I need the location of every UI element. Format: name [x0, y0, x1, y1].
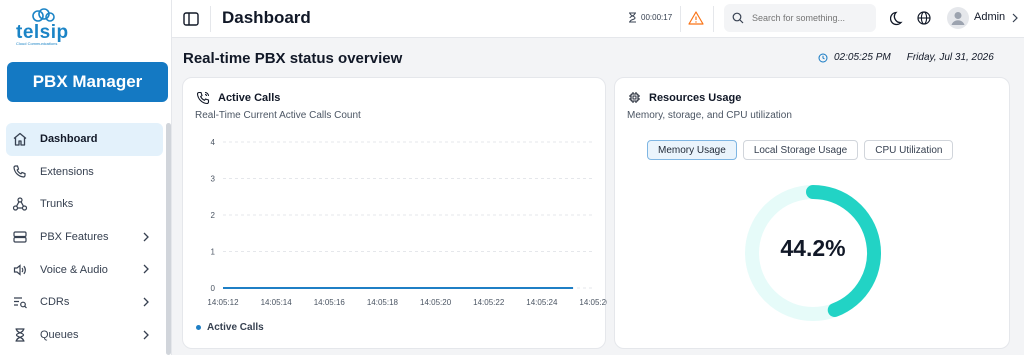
session-timer: 00:00:17: [628, 12, 672, 23]
card-header: Resources Usage: [628, 91, 741, 104]
network-icon: [12, 197, 28, 212]
avatar[interactable]: [947, 7, 969, 29]
x-tick-label: 14:05:18: [367, 298, 399, 307]
x-tick-label: 14:05:24: [526, 298, 558, 307]
sidebar-item-dashboard[interactable]: Dashboard: [6, 123, 163, 156]
sidebar-item-voice-audio[interactable]: Voice & Audio: [6, 253, 163, 286]
sidebar: telsip Cloud Communications PBX Manager …: [0, 0, 172, 355]
clock-row: 02:05:25 PM Friday, Jul 31, 2026: [818, 52, 994, 63]
y-tick-label: 4: [211, 138, 216, 147]
x-tick-label: 14:05:22: [473, 298, 505, 307]
pbx-manager-button[interactable]: PBX Manager: [7, 62, 168, 102]
section-title: Real-time PBX status overview: [183, 50, 403, 67]
server-icon: [13, 231, 27, 243]
speaker-icon: [13, 263, 26, 276]
gauge-value: 44.2%: [780, 235, 846, 261]
search-icon: [732, 12, 744, 24]
active-calls-card: Active Calls Real-Time Current Active Ca…: [182, 77, 607, 349]
sidebar-scrollbar[interactable]: [166, 123, 171, 355]
home-icon: [13, 133, 27, 146]
resources-usage-card: Resources Usage Memory, storage, and CPU…: [614, 77, 1010, 349]
x-tick-label: 14:05:14: [261, 298, 293, 307]
top-header: Dashboard 00:00:17 Admin: [172, 0, 1024, 38]
header-divider: [210, 6, 211, 32]
clock-icon: [818, 53, 828, 62]
y-tick-label: 0: [211, 284, 216, 293]
sidebar-item-trunks[interactable]: Trunks: [6, 188, 163, 221]
globe-icon[interactable]: [916, 10, 932, 26]
hourglass-icon: [15, 328, 25, 342]
sidebar-item-pbx-features[interactable]: PBX Features: [6, 221, 163, 254]
header-divider: [680, 6, 681, 32]
sidebar-item-label: CDRs: [40, 296, 70, 309]
resources-subtitle: Memory, storage, and CPU utilization: [627, 110, 792, 121]
dark-mode-icon[interactable]: [890, 10, 906, 26]
user-name[interactable]: Admin: [974, 11, 1005, 23]
sidebar-item-label: Extensions: [40, 165, 94, 178]
chevron-right-icon[interactable]: [1010, 12, 1020, 24]
sidebar-toggle-icon[interactable]: [182, 10, 200, 28]
x-tick-label: 14:05:16: [314, 298, 346, 307]
current-time: 02:05:25 PM: [834, 52, 891, 63]
y-tick-label: 1: [211, 248, 216, 257]
x-tick-label: 14:05:20: [420, 298, 452, 307]
chart-legend[interactable]: Active Calls: [196, 322, 264, 333]
chevron-right-icon: [143, 264, 149, 274]
active-calls-chart: 0 1 2 3 4 14:05:12 14:05:14 14:05:16 14:05:18 14:…: [207, 138, 607, 307]
sidebar-item-label: Dashboard: [40, 133, 98, 146]
sidebar-item-extensions[interactable]: Extensions: [6, 156, 163, 189]
chevron-right-icon: [143, 330, 149, 340]
sidebar-item-label: Queues: [40, 328, 79, 341]
sidebar-nav: Dashboard Extensions Trunks PBX Features Voi…: [6, 123, 163, 351]
resources-title: Resources Usage: [649, 91, 742, 104]
sidebar-item-label: Voice & Audio: [40, 263, 108, 276]
sidebar-item-label: PBX Features: [40, 231, 109, 244]
timer-value: 00:00:17: [641, 13, 673, 22]
user-icon: [951, 12, 965, 25]
header-divider: [713, 6, 714, 32]
tab-local-storage-usage[interactable]: Local Storage Usage: [742, 140, 859, 160]
sidebar-item-queues[interactable]: Queues: [6, 319, 163, 352]
hourglass-icon: [629, 12, 636, 23]
sidebar-item-cdrs[interactable]: CDRs: [6, 286, 163, 319]
chevron-right-icon: [143, 297, 149, 307]
sidebar-item-label: Trunks: [40, 198, 74, 211]
y-tick-label: 2: [211, 211, 216, 220]
search-box[interactable]: [724, 4, 876, 32]
cpu-icon: [629, 92, 640, 103]
legend-dot: [196, 325, 201, 330]
chevron-right-icon: [143, 232, 149, 242]
x-tick-label: 14:05:12: [207, 298, 239, 307]
tab-cpu-utilization[interactable]: CPU Utilization: [864, 140, 954, 160]
warning-icon[interactable]: [688, 10, 704, 26]
phone-icon: [13, 165, 26, 178]
list-search-icon: [14, 297, 27, 309]
resource-tabs: Memory Usage Local Storage Usage CPU Utili…: [647, 140, 959, 160]
page-title: Dashboard: [222, 8, 311, 27]
x-tick-label: 14:05:26: [579, 298, 607, 307]
brand-tagline: Cloud Communications: [16, 41, 58, 46]
legend-label: Active Calls: [207, 322, 264, 333]
search-input[interactable]: [752, 13, 862, 23]
current-date: Friday, Jul 31, 2026: [906, 52, 994, 63]
tab-memory-usage[interactable]: Memory Usage: [647, 140, 737, 160]
y-tick-label: 3: [211, 175, 216, 184]
